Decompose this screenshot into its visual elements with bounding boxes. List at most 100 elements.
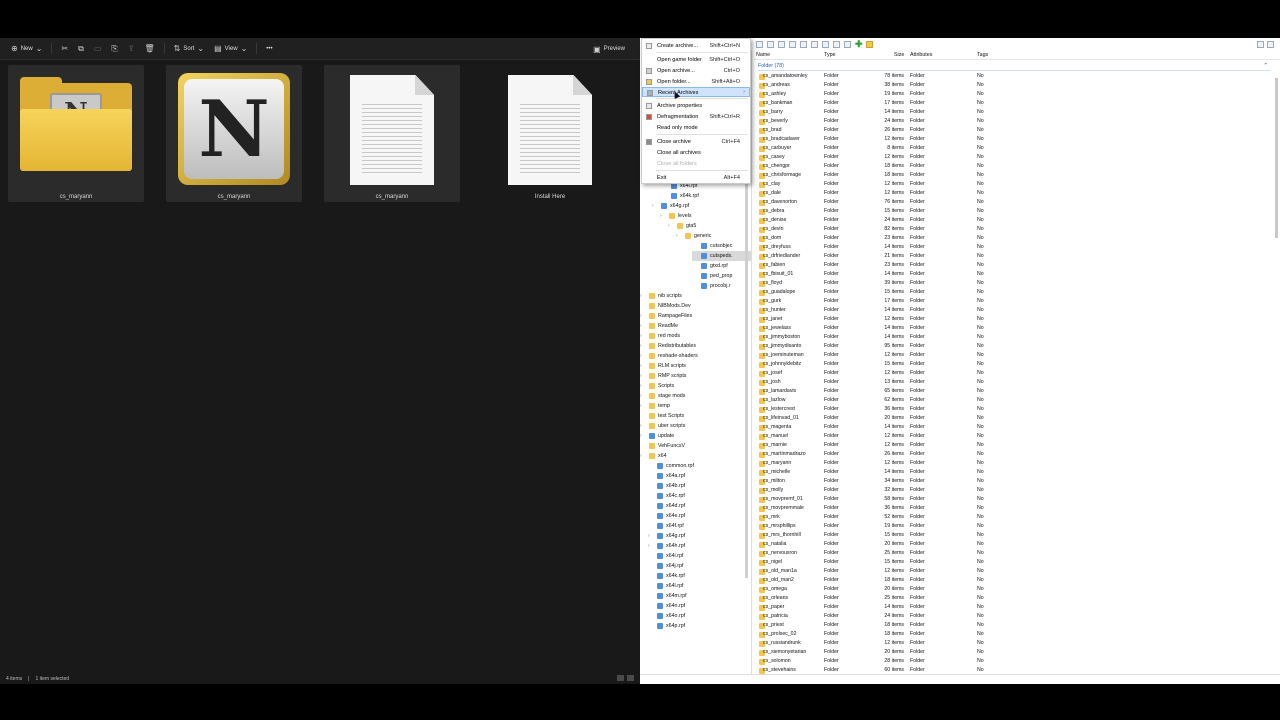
rename-button[interactable]: ⎘ [106,41,122,57]
tree-node[interactable]: x64d.rpf [648,501,751,511]
expand-arrow-icon[interactable]: › [648,543,654,549]
more-options-button[interactable]: ••• [261,41,277,57]
tree-node[interactable]: x64b.rpf [648,481,751,491]
expand-arrow-icon[interactable]: › [640,453,646,459]
list-row[interactable]: cs_devin Folder 82 items Folder No [754,225,1274,234]
panel-toggle-icon[interactable] [1267,40,1274,48]
tree-node[interactable]: x64i.rpf [648,551,751,561]
list-row[interactable]: cs_fbisuit_01 Folder 14 items Folder No [754,270,1274,279]
tree-node[interactable]: ped_prop [692,271,751,281]
expand-arrow-icon[interactable]: › [676,233,682,239]
list-row[interactable]: cs_paper Folder 14 items Folder No [754,603,1274,612]
list-row[interactable]: cs_mrk Folder 52 items Folder No [754,513,1274,522]
expand-arrow-icon[interactable]: › [640,353,646,359]
tree-node[interactable]: › nib scripts [640,291,751,301]
cut-button[interactable]: ✂ [56,41,73,57]
sort-button[interactable]: ⇅ Sort ⌄ [169,41,209,57]
list-row[interactable]: cs_floyd Folder 39 items Folder No [754,279,1274,288]
list-row[interactable]: cs_lamardavis Folder 65 items Folder No [754,387,1274,396]
tree-node[interactable]: › RampageFiles [640,311,751,321]
tree-scrollbar[interactable] [745,178,748,578]
add-icon[interactable]: ✚ [855,39,863,48]
list-row[interactable]: cs_davenorton Folder 76 items Folder No [754,198,1274,207]
tree-node[interactable]: x64c.rpf [648,491,751,501]
cut-icon[interactable] [789,40,796,48]
column-attributes-header[interactable]: Attributes [910,52,932,58]
forward-icon[interactable] [767,40,774,48]
list-row[interactable]: cs_martinmadrazo Folder 26 items Folder No [754,450,1274,459]
column-tags-header[interactable]: Tags [977,52,988,58]
list-row[interactable]: cs_lazlow Folder 62 items Folder No [754,396,1274,405]
list-row[interactable]: cs_marnie Folder 12 items Folder No [754,441,1274,450]
tree-node[interactable]: › Redistributables [640,341,751,351]
menu-item[interactable]: Recent Archives › [642,87,750,97]
menu-item[interactable]: Close archive Ctrl+F4 [642,137,750,147]
tree-node[interactable]: common.rpf [648,461,751,471]
tree-node[interactable]: › x64g.rpf [648,531,751,541]
expand-arrow-icon[interactable]: › [640,293,646,299]
list-row[interactable]: cs_priest Folder 18 items Folder No [754,621,1274,630]
tree-node[interactable]: › generic [676,231,751,241]
expand-arrow-icon[interactable]: › [640,423,646,429]
tree-node[interactable]: › uber scripts [640,421,751,431]
paste-button[interactable]: ▭ [89,41,107,57]
menu-item[interactable]: Archive properties [642,101,750,111]
list-row[interactable]: cs_janet Folder 12 items Folder No [754,315,1274,324]
expand-arrow-icon[interactable]: › [640,323,646,329]
tree-node[interactable]: › x64g.rpf [652,201,751,211]
list-row[interactable]: cs_johnnyklebitz Folder 15 items Folder No [754,360,1274,369]
expand-arrow-icon[interactable]: › [640,393,646,399]
list-row[interactable]: cs_movpremf_01 Folder 58 items Folder No [754,495,1274,504]
expand-arrow-icon[interactable]: › [652,203,658,209]
list-row[interactable]: cs_old_man2 Folder 18 items Folder No [754,576,1274,585]
list-row[interactable]: cs_prolsec_02 Folder 18 items Folder No [754,630,1274,639]
list-row[interactable]: cs_barry Folder 14 items Folder No [754,108,1274,117]
export-icon[interactable] [844,40,851,48]
paste-icon[interactable] [811,40,818,48]
menu-item[interactable]: Defragmentation Shift+Ctrl+R [642,112,750,122]
expand-arrow-icon[interactable]: › [640,383,646,389]
list-row[interactable]: cs_chrisformage Folder 18 items Folder No [754,171,1274,180]
list-row[interactable]: cs_nervousron Folder 25 items Folder No [754,549,1274,558]
share-button[interactable]: ⇪ [123,41,140,57]
list-row[interactable]: cs_mrs_thornhill Folder 15 items Folder No [754,531,1274,540]
list-row[interactable]: cs_amandatownley Folder 78 items Folder No [754,72,1274,81]
tree-node[interactable]: x64j.rpf [648,561,751,571]
tree-node[interactable]: cutspeds. [692,251,751,261]
expand-arrow-icon[interactable]: › [640,333,646,339]
list-row[interactable]: cs_hunter Folder 14 items Folder No [754,306,1274,315]
list-row[interactable]: cs_old_man1a Folder 12 items Folder No [754,567,1274,576]
list-row[interactable]: cs_josef Folder 12 items Folder No [754,369,1274,378]
view-mode-icon[interactable] [1257,40,1264,48]
tree-node[interactable]: › stage mods [640,391,751,401]
tree-node[interactable]: gtxd.rpf [692,261,751,271]
tree-node[interactable]: › temp [640,401,751,411]
list-row[interactable]: cs_casey Folder 12 items Folder No [754,153,1274,162]
menu-item[interactable]: Exit Alt+F4 [642,173,750,183]
menu-item[interactable]: Open folder... Shift+Alt+O [642,77,750,87]
list-row[interactable]: cs_josh Folder 13 items Folder No [754,378,1274,387]
column-size-header[interactable]: Size [894,52,904,58]
file-tile[interactable]: Install Here [482,65,618,202]
list-row[interactable]: cs_magenta Folder 14 items Folder No [754,423,1274,432]
list-row[interactable]: cs_guadalope Folder 15 items Folder No [754,288,1274,297]
menu-item[interactable]: Close all archives [642,148,750,158]
list-row[interactable]: cs_mrsphillips Folder 19 items Folder No [754,522,1274,531]
expand-arrow-icon[interactable]: › [648,533,654,539]
list-row[interactable]: cs_clay Folder 12 items Folder No [754,180,1274,189]
list-row[interactable]: cs_carbuyer Folder 8 items Folder No [754,144,1274,153]
tree-node[interactable]: › update [640,431,751,441]
expand-arrow-icon[interactable]: › [640,363,646,369]
list-row[interactable]: cs_russiandrunk Folder 12 items Folder No [754,639,1274,648]
list-row[interactable]: cs_michelle Folder 14 items Folder No [754,468,1274,477]
expand-arrow-icon[interactable]: › [640,313,646,319]
list-row[interactable]: cs_dreyfuss Folder 14 items Folder No [754,243,1274,252]
file-tile[interactable]: cs_maryann [324,65,460,202]
expand-arrow-icon[interactable]: › [640,343,646,349]
tree-node[interactable]: x64l.rpf [648,581,751,591]
expand-arrow-icon[interactable]: › [640,403,646,409]
tree-node[interactable]: › levels [660,211,751,221]
delete-button[interactable]: 🗑 [140,41,160,57]
list-row[interactable]: cs_movpremmale Folder 36 items Folder No [754,504,1274,513]
menu-item[interactable]: Open archive... Ctrl+O [642,66,750,76]
